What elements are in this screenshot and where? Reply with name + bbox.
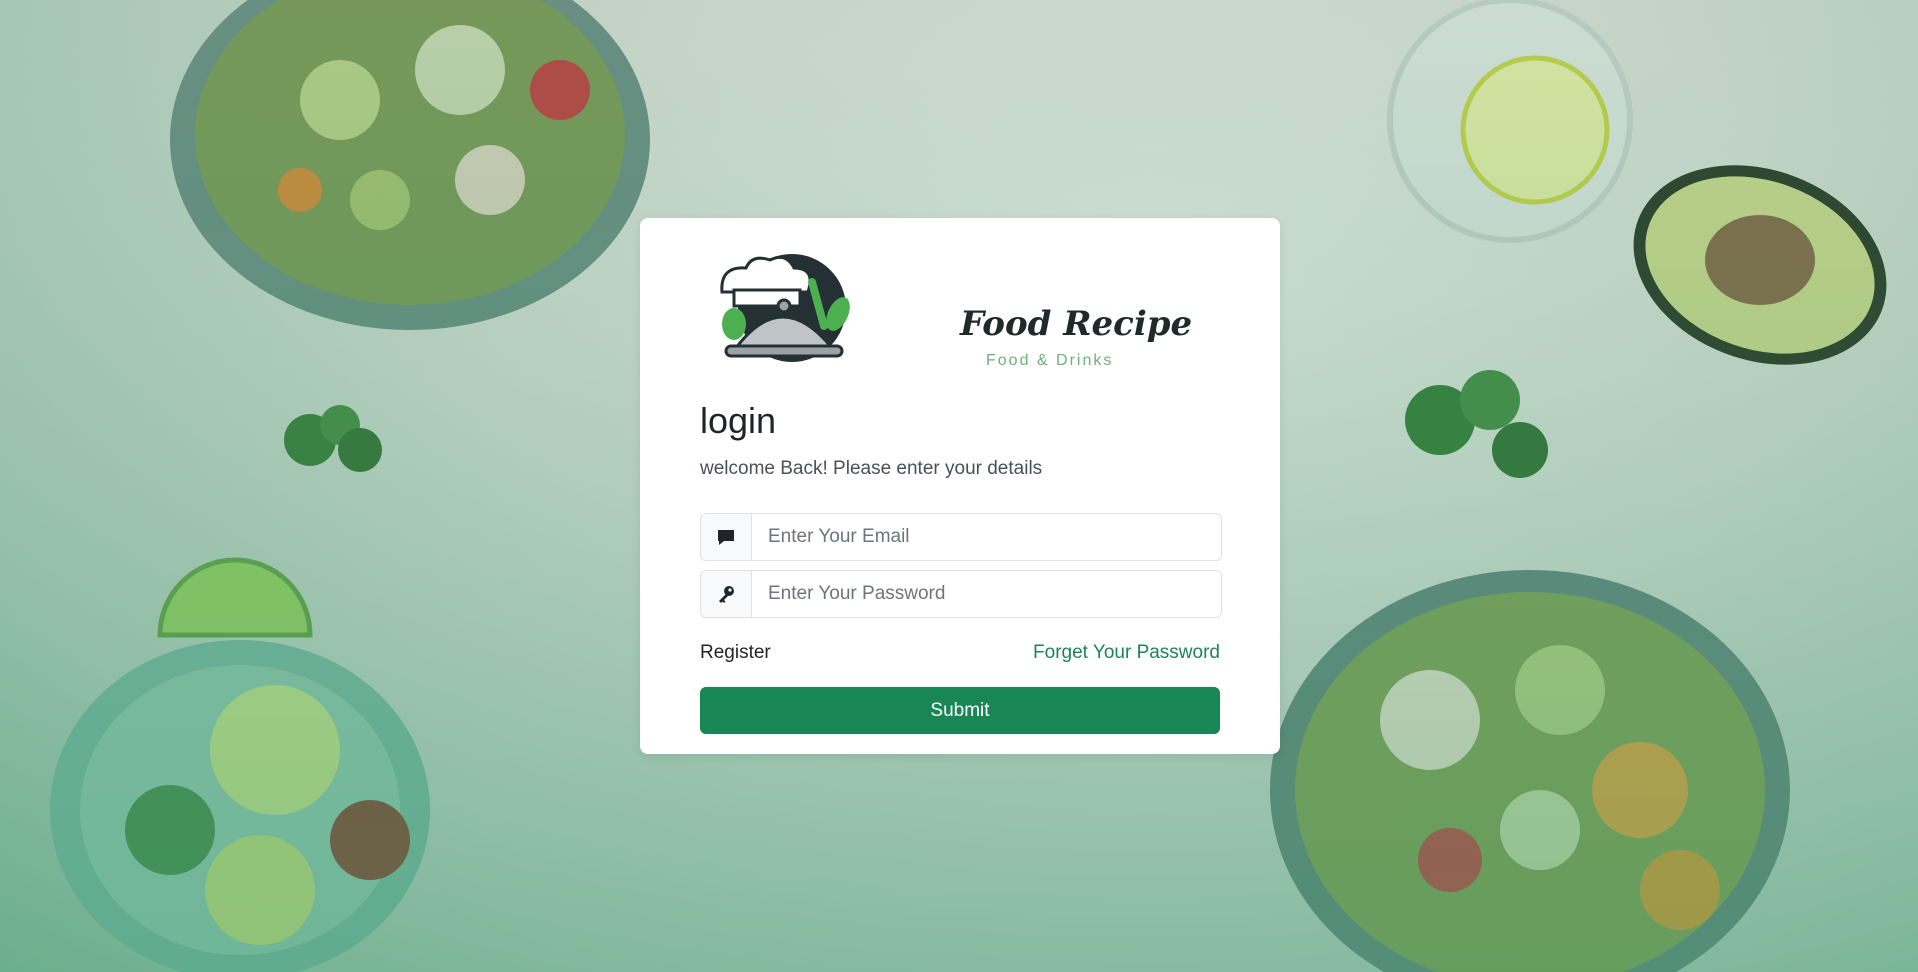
lime-bowl-bottom-left: [50, 640, 430, 972]
brand-subtitle: Food & Drinks: [986, 352, 1114, 369]
lime-slice: [157, 557, 313, 638]
chat-bubble-icon: [701, 514, 752, 560]
herb-leaf: [284, 405, 382, 472]
email-input-group: [700, 513, 1222, 561]
password-input[interactable]: [752, 571, 1221, 617]
password-input-group: [700, 570, 1222, 618]
login-card: Food Recipe Food & Drinks login welcome …: [640, 218, 1280, 754]
email-input[interactable]: [752, 514, 1221, 560]
chef-cloche-icon: [720, 254, 850, 362]
brand-logo[interactable]: Food Recipe Food & Drinks: [712, 252, 1192, 370]
login-heading: login: [700, 400, 777, 441]
water-glass: [1387, 0, 1633, 243]
salad-bowl-top-left: [170, 0, 650, 330]
login-subtitle: welcome Back! Please enter your details: [700, 458, 1043, 479]
brand-title: Food Recipe: [960, 304, 1193, 344]
forgot-password-link[interactable]: Forget Your Password: [1033, 642, 1220, 664]
key-icon: [701, 571, 752, 617]
avocado: [1633, 165, 1887, 365]
register-link[interactable]: Register: [700, 642, 771, 664]
salad-bowl-bottom-right: [1270, 570, 1790, 972]
herb-leaf-right: [1405, 370, 1548, 478]
submit-button[interactable]: Submit: [700, 687, 1220, 734]
